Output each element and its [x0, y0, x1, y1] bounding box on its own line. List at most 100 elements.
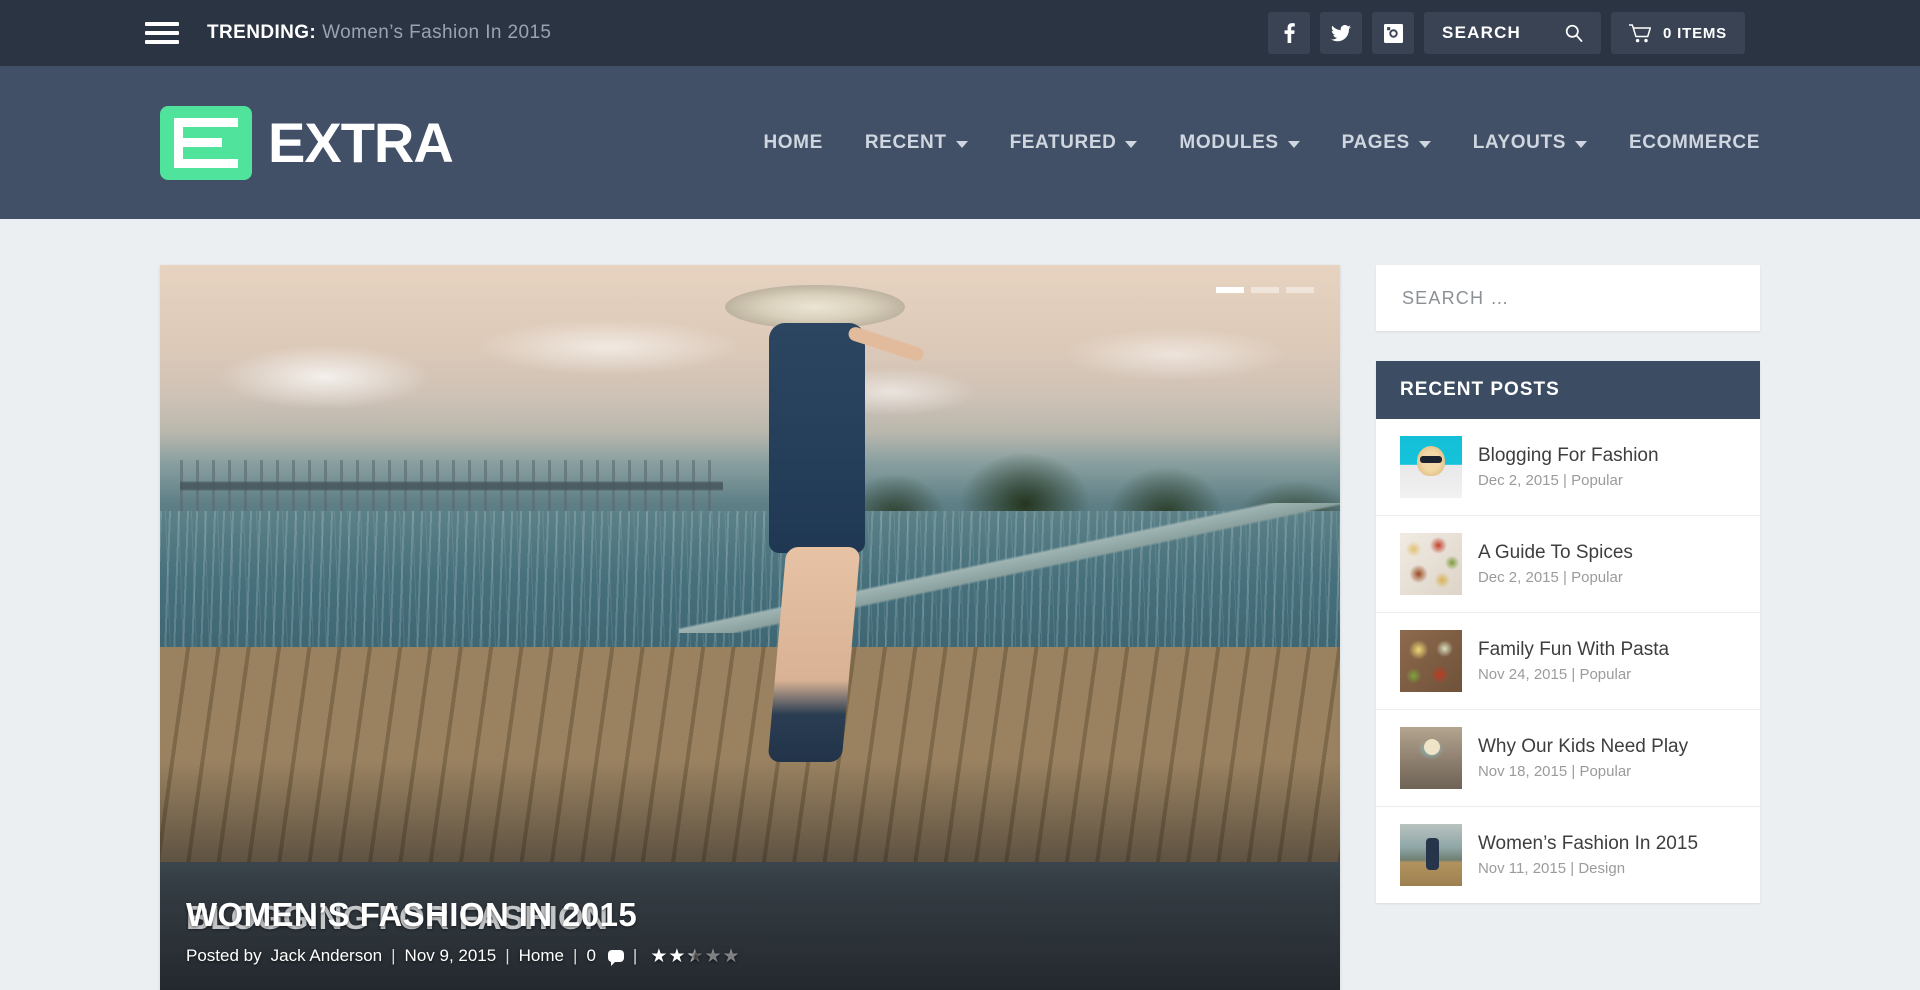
hero-post-meta: Posted by Jack Anderson | Nov 9, 2015 | …	[186, 946, 1314, 966]
post-category[interactable]: Popular	[1579, 763, 1631, 780]
trending-label: TRENDING:	[207, 22, 317, 43]
top-bar: TRENDING:Women’s Fashion In 2015 SEARCH	[0, 0, 1920, 66]
sidebar: RECENT POSTS Blogging For Fashion Dec 2,…	[1375, 265, 1760, 990]
search-button[interactable]: SEARCH	[1424, 12, 1602, 54]
widget-header: RECENT POSTS	[1375, 361, 1760, 419]
magnifier-icon	[1565, 24, 1583, 42]
hero-photo	[160, 265, 1340, 862]
post-date: Nov 24, 2015	[1477, 666, 1568, 683]
sidebar-search[interactable]	[1375, 265, 1760, 331]
list-item[interactable]: A Guide To Spices Dec 2, 2015 | Popular	[1375, 516, 1760, 613]
meta-separator: |	[1563, 569, 1567, 586]
slider-pagination	[1215, 287, 1314, 293]
list-item[interactable]: Blogging For Fashion Dec 2, 2015 | Popul…	[1375, 419, 1760, 516]
post-date: Nov 11, 2015	[1477, 860, 1567, 877]
meta-separator: |	[391, 946, 396, 965]
nav-label: LAYOUTS	[1472, 131, 1566, 153]
site-title: EXTRA	[268, 111, 454, 174]
chevron-down-icon	[1418, 140, 1431, 148]
slider-dot-2[interactable]	[1250, 287, 1279, 293]
meta-separator: |	[1570, 860, 1575, 877]
posted-by-label: Posted by	[186, 946, 262, 965]
chevron-down-icon	[955, 140, 968, 148]
post-date: Dec 2, 2015	[1477, 472, 1559, 489]
hero-post-title[interactable]: WOMEN’S FASHION IN 2015	[186, 896, 637, 934]
slider-dot-3[interactable]	[1285, 287, 1314, 293]
star-icon: ★	[650, 945, 668, 967]
hamburger-icon[interactable]	[145, 22, 179, 44]
star-icon: ★	[704, 945, 722, 967]
meta-separator: |	[1563, 472, 1567, 489]
nav-label: ECOMMERCE	[1628, 131, 1760, 153]
hero-caption: BLOGGING FOR FASHION WOMEN’S FASHION IN …	[186, 896, 1314, 966]
kids-play-thumb	[1399, 727, 1462, 789]
post-title[interactable]: A Guide To Spices	[1478, 541, 1633, 565]
comment-bubble-icon	[607, 950, 624, 966]
shopping-cart-icon	[1629, 23, 1652, 42]
post-category[interactable]: Design	[1578, 860, 1625, 877]
post-date: Nov 18, 2015	[1477, 763, 1568, 780]
fashion-model-thumb	[1399, 436, 1462, 498]
page-content: BLOGGING FOR FASHION WOMEN’S FASHION IN …	[160, 219, 1760, 990]
womens-fashion-thumb	[1399, 824, 1462, 886]
post-category[interactable]: Popular	[1571, 569, 1623, 586]
chevron-down-icon	[1125, 140, 1138, 148]
star-icon: ★	[722, 945, 740, 967]
trending-headline[interactable]: Women’s Fashion In 2015	[322, 22, 551, 43]
featured-slider[interactable]: BLOGGING FOR FASHION WOMEN’S FASHION IN …	[160, 265, 1340, 990]
hero-photo-subject	[715, 285, 925, 785]
nav-item-modules[interactable]: MODULES	[1179, 132, 1300, 154]
nav-item-recent[interactable]: RECENT	[865, 132, 968, 154]
post-date: Dec 2, 2015	[1477, 569, 1559, 586]
list-item[interactable]: Family Fun With Pasta Nov 24, 2015 | Pop…	[1375, 613, 1760, 710]
search-label: SEARCH	[1442, 23, 1522, 42]
trending-ticker[interactable]: TRENDING: Women’s Fashion In 2015	[207, 22, 551, 44]
post-title[interactable]: Why Our Kids Need Play	[1478, 735, 1688, 759]
post-meta: Nov 18, 2015 | Popular	[1478, 762, 1688, 781]
slider-dot-1[interactable]	[1215, 287, 1244, 293]
star-icon: ★	[668, 945, 686, 967]
nav-label: PAGES	[1341, 131, 1410, 153]
post-meta: Dec 2, 2015 | Popular	[1478, 568, 1633, 587]
post-title[interactable]: Blogging For Fashion	[1478, 444, 1659, 468]
site-logo[interactable]: EXTRA	[160, 105, 454, 180]
cart-label: 0 ITEMS	[1663, 24, 1727, 42]
nav-item-featured[interactable]: FEATURED	[1010, 132, 1138, 154]
post-meta: Nov 24, 2015 | Popular	[1478, 665, 1669, 684]
nav-label: FEATURED	[1009, 131, 1117, 153]
post-meta: Dec 2, 2015 | Popular	[1478, 471, 1659, 490]
main-header: EXTRA HOME RECENT FEATURED MODULES PAGES	[0, 66, 1920, 219]
post-rating[interactable]: ★ ★ ★ ★ ★	[650, 947, 739, 966]
nav-item-pages[interactable]: PAGES	[1342, 132, 1431, 154]
slider-current-slide	[160, 265, 1340, 862]
hero-title-transition: BLOGGING FOR FASHION WOMEN’S FASHION IN …	[186, 896, 1314, 940]
meta-separator: |	[505, 946, 510, 965]
post-author[interactable]: Jack Anderson	[271, 946, 383, 966]
nav-label: RECENT	[864, 131, 947, 153]
top-bar-actions: SEARCH 0 ITEMS	[1268, 12, 1745, 54]
extra-logo-mark-icon	[160, 105, 252, 180]
post-title[interactable]: Family Fun With Pasta	[1478, 638, 1669, 662]
meta-separator: |	[632, 946, 638, 965]
post-category[interactable]: Popular	[1579, 666, 1631, 683]
instagram-icon[interactable]	[1372, 12, 1415, 54]
post-category[interactable]: Popular	[1571, 472, 1623, 489]
post-title[interactable]: Women’s Fashion In 2015	[1478, 832, 1698, 856]
post-category[interactable]: Home	[519, 946, 564, 966]
twitter-icon[interactable]	[1320, 12, 1363, 54]
nav-item-home[interactable]: HOME	[763, 132, 822, 154]
post-comment-count[interactable]: 0	[586, 946, 595, 966]
main-column: BLOGGING FOR FASHION WOMEN’S FASHION IN …	[160, 265, 1340, 990]
search-input[interactable]	[1401, 287, 1734, 309]
meta-separator: |	[573, 946, 578, 965]
nav-item-ecommerce[interactable]: ECOMMERCE	[1629, 132, 1760, 154]
cart-button[interactable]: 0 ITEMS	[1611, 12, 1745, 54]
list-item[interactable]: Why Our Kids Need Play Nov 18, 2015 | Po…	[1375, 710, 1760, 807]
facebook-icon[interactable]	[1268, 12, 1311, 54]
list-item[interactable]: Women’s Fashion In 2015 Nov 11, 2015 | D…	[1376, 807, 1760, 903]
post-meta: Nov 11, 2015 | Design	[1478, 859, 1698, 878]
nav-item-layouts[interactable]: LAYOUTS	[1473, 132, 1587, 154]
pasta-thumb	[1399, 630, 1462, 692]
widget-title: RECENT POSTS	[1399, 379, 1560, 400]
nav-label: HOME	[763, 131, 823, 153]
